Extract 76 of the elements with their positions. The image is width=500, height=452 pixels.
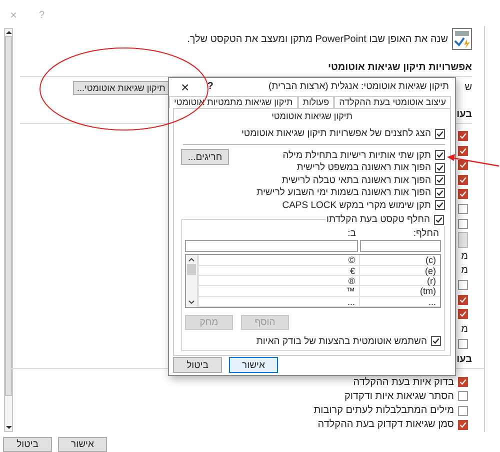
checkbox[interactable] — [458, 130, 468, 141]
description-text: שנה את האופן שבו PowerPoint מתקן ומעצב את הטקסט שלך. — [187, 34, 448, 44]
checkbox-label: הפוך אות ראשונה בשמות ימי השבוע לרישית — [256, 187, 431, 198]
checkbox-label: הצג לחצנים של אפשרויות תיקון שגיאות אוטומטי — [241, 128, 431, 140]
scroll-down-icon[interactable] — [5, 424, 12, 431]
checkbox[interactable] — [435, 200, 445, 210]
table-cell: (c) — [359, 255, 440, 266]
checkbox[interactable] — [458, 309, 468, 320]
checkbox-label: הפוך אות ראשונה במשפט לרישית — [296, 162, 431, 174]
replace-field[interactable] — [360, 240, 441, 252]
checkbox-label: תקן שימוש מקרי במקש CAPS LOCK — [282, 200, 431, 211]
checkbox-label: הפוך אות ראשונה בתאי טבלה לרישית — [282, 174, 431, 186]
table-cell: ® — [198, 276, 359, 286]
checkbox[interactable] — [458, 174, 468, 185]
checkbox[interactable] — [458, 280, 468, 290]
table-cell: ... — [359, 296, 440, 308]
checkbox[interactable] — [458, 218, 468, 228]
checkbox[interactable] — [458, 294, 468, 305]
checkbox[interactable] — [431, 336, 441, 346]
dialog-button[interactable]: ביטול — [3, 437, 52, 452]
tab[interactable]: פעולות — [298, 96, 334, 108]
field-label: החלף: — [412, 228, 440, 240]
table-cell: (r) — [359, 276, 440, 286]
checkbox[interactable] — [458, 377, 468, 388]
checkbox-label: סמן שגיאות דקדוק בעת ההקלדה — [318, 419, 454, 430]
with-field[interactable] — [185, 240, 358, 252]
checkbox[interactable] — [435, 162, 445, 173]
checkbox[interactable] — [458, 338, 468, 349]
checkbox-label: תקן שתי אותיות רישיות בתחילת מילה — [282, 150, 431, 161]
ok-button[interactable]: אישור — [229, 357, 278, 374]
table-cell: (e) — [359, 266, 440, 276]
checkbox[interactable] — [458, 189, 468, 200]
field-label: ב: — [346, 228, 357, 240]
section-heading: אפשרויות תיקון שגיאות אוטומטי — [328, 62, 472, 73]
table-cell: (tm) — [359, 286, 440, 297]
table-cell: ... — [198, 296, 359, 308]
checkbox[interactable] — [435, 188, 445, 198]
checkbox[interactable] — [435, 128, 445, 139]
autocorrect-options-button[interactable]: תיקון שגיאות אוטומטי... — [73, 80, 170, 95]
option-label: מ — [461, 250, 468, 262]
spelling-check-icon — [452, 28, 472, 50]
checkbox[interactable] — [458, 406, 468, 416]
checkbox-label: השתמש אוטומטית בהצעות של בודק האיות — [256, 336, 427, 347]
checkbox-label: מילים המתבלבלות לעתים קרובות — [314, 405, 454, 416]
scrollbar[interactable] — [4, 28, 13, 432]
dropdown-field[interactable] — [458, 232, 468, 248]
checkbox-label: החלף טקסט בעת הקלדתו — [326, 214, 430, 226]
tab[interactable]: עיצוב אוטומטי בעת ההקלדה — [334, 96, 451, 108]
exceptions-button[interactable]: חריגים... — [181, 149, 229, 166]
checkbox[interactable] — [435, 150, 445, 160]
option-label: מ — [461, 324, 468, 335]
checkbox[interactable] — [458, 160, 468, 170]
window-title: תיקון שגיאות אוטומטי: אנגלית (ארצות הברית) — [268, 81, 449, 92]
checkbox[interactable] — [458, 204, 468, 214]
checkbox[interactable] — [458, 391, 468, 402]
checkbox[interactable] — [434, 214, 444, 225]
checkbox[interactable] — [458, 420, 468, 430]
scroll-thumb[interactable] — [5, 36, 12, 396]
checkbox-label: בדוק איות בעת ההקלדה — [353, 376, 454, 388]
table-cell: € — [198, 266, 359, 276]
table-cell: © — [198, 255, 359, 266]
replacement-list[interactable]: (c) © (e) € (r) ® (tm) ™ ... ... — [185, 254, 441, 308]
option-label: מ — [461, 265, 468, 276]
scroll-thumb[interactable] — [187, 264, 196, 276]
section-heading: בעו — [456, 108, 472, 120]
close-button[interactable]: × — [181, 78, 190, 95]
option-label: ש — [464, 82, 472, 94]
dialog-button[interactable]: אישור — [58, 437, 107, 452]
checkbox[interactable] — [458, 146, 468, 156]
scrollbar[interactable] — [186, 255, 198, 308]
cancel-button[interactable]: ביטול — [173, 357, 222, 374]
checkbox[interactable] — [435, 175, 445, 186]
table-cell: ™ — [198, 286, 359, 297]
checkbox-label: הסתר שגיאות איות ודקדוק — [344, 390, 454, 402]
section-heading: בעו — [456, 354, 472, 365]
scroll-up-icon[interactable] — [188, 255, 195, 264]
